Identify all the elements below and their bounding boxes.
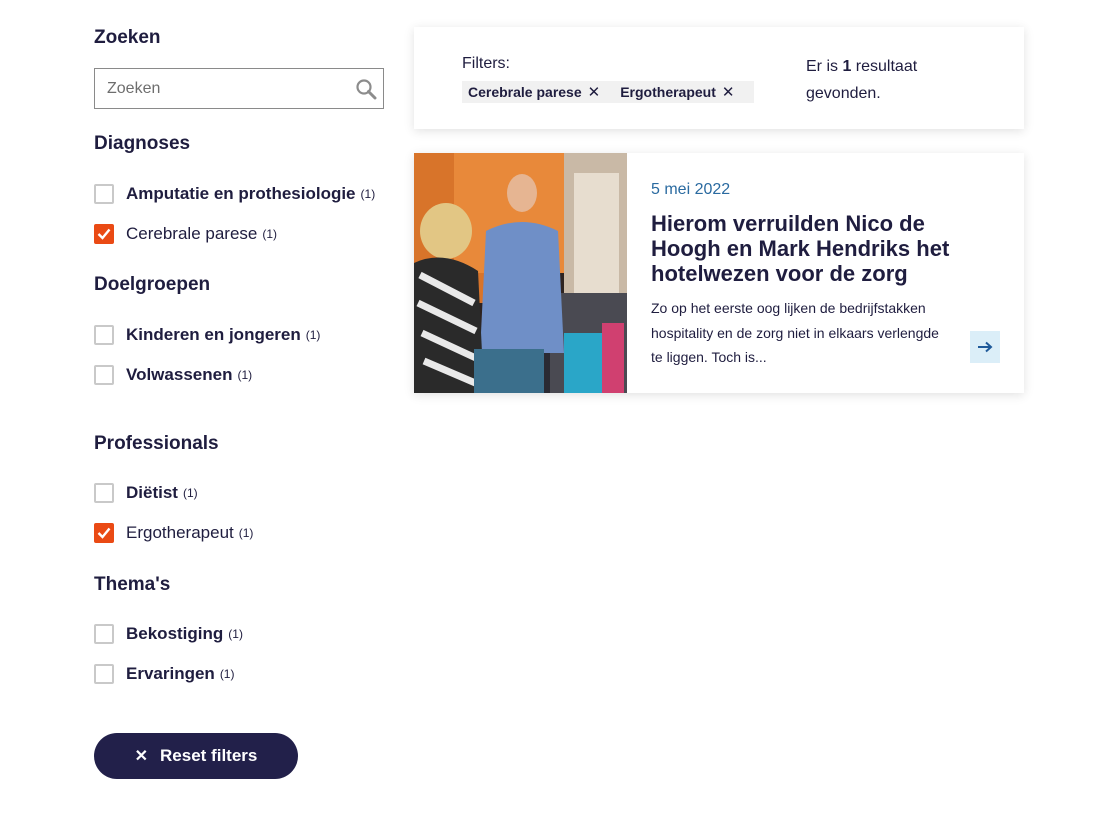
close-icon: ✕ <box>134 748 149 765</box>
option-count: (1) <box>360 187 376 201</box>
option-label: Kinderen en jongeren <box>126 325 301 344</box>
arrow-right-icon <box>978 341 993 353</box>
checkbox[interactable] <box>94 483 114 503</box>
filter-option-kinderen[interactable]: Kinderen en jongeren (1) <box>94 323 320 347</box>
filter-option-cerebrale-parese[interactable]: Cerebrale parese (1) <box>94 222 277 246</box>
reset-filters-button[interactable]: ✕ Reset filters <box>94 733 298 779</box>
active-filters-card: Filters: Cerebrale parese ✕ Ergotherapeu… <box>414 27 1024 129</box>
filter-option-bekostiging[interactable]: Bekostiging (1) <box>94 622 243 646</box>
checkbox[interactable] <box>94 325 114 345</box>
filters-label: Filters: <box>462 55 510 72</box>
checkbox[interactable] <box>94 184 114 204</box>
filter-chips: Cerebrale parese ✕ Ergotherapeut ✕ <box>462 81 755 103</box>
option-count: (1) <box>262 227 278 241</box>
option-label: Ergotherapeut <box>126 523 234 542</box>
option-count: (1) <box>228 627 243 641</box>
checkbox[interactable] <box>94 365 114 385</box>
article-date: 5 mei 2022 <box>651 181 731 198</box>
group-title-themas: Thema's <box>94 574 171 595</box>
read-more-button[interactable] <box>970 331 1000 363</box>
checkbox-checked[interactable] <box>94 523 114 543</box>
close-icon[interactable]: ✕ <box>722 83 735 101</box>
chip-label: Ergotherapeut <box>620 84 716 100</box>
group-title-diagnoses: Diagnoses <box>94 133 191 154</box>
checkbox[interactable] <box>94 664 114 684</box>
checkmark-icon <box>97 527 111 539</box>
result-prefix: Er is <box>806 58 843 75</box>
article-title[interactable]: Hierom verruilden Nico de Hoogh en Mark … <box>651 211 981 286</box>
article-photo <box>414 153 627 393</box>
option-count: (1) <box>305 328 321 342</box>
article-excerpt: Zo op het eerste oog lijken de bedrijfst… <box>651 300 939 365</box>
filter-option-amputatie[interactable]: Amputatie en prothesiologie (1) <box>94 182 375 206</box>
result-card[interactable]: 5 mei 2022 Hierom verruilden Nico de Hoo… <box>414 153 1024 393</box>
card-body: 5 mei 2022 Hierom verruilden Nico de Hoo… <box>651 181 981 370</box>
checkmark-icon <box>97 228 111 240</box>
option-count: (1) <box>238 526 254 540</box>
option-label: Bekostiging <box>126 624 224 643</box>
option-count: (1) <box>237 368 253 382</box>
option-label: Cerebrale parese <box>126 224 258 243</box>
filter-chip-ergotherapeut[interactable]: Ergotherapeut ✕ <box>620 81 734 103</box>
checkbox-checked[interactable] <box>94 224 114 244</box>
group-title-doelgroepen: Doelgroepen <box>94 274 211 295</box>
option-label: Diëtist <box>126 483 178 502</box>
filter-option-ervaringen[interactable]: Ervaringen (1) <box>94 662 234 686</box>
filter-option-volwassenen[interactable]: Volwassenen (1) <box>94 363 252 387</box>
option-label: Volwassenen <box>126 365 233 384</box>
search-box[interactable] <box>94 68 384 109</box>
filter-chip-cerebrale-parese[interactable]: Cerebrale parese ✕ <box>468 81 600 103</box>
close-icon[interactable]: ✕ <box>588 83 601 101</box>
article-photo-illustration <box>414 153 627 393</box>
search-input[interactable] <box>95 69 345 108</box>
search-heading: Zoeken <box>94 27 161 48</box>
filter-option-dietist[interactable]: Diëtist (1) <box>94 481 198 505</box>
group-title-professionals: Professionals <box>94 433 219 454</box>
option-label: Amputatie en prothesiologie <box>126 184 356 203</box>
result-count-text: Er is 1 resultaat gevonden. <box>806 53 956 107</box>
reset-filters-label: Reset filters <box>160 746 258 765</box>
filter-option-ergotherapeut[interactable]: Ergotherapeut (1) <box>94 521 253 545</box>
option-label: Ervaringen <box>126 664 215 683</box>
search-icon[interactable] <box>355 78 377 100</box>
option-count: (1) <box>182 486 198 500</box>
option-count: (1) <box>219 667 235 681</box>
checkbox[interactable] <box>94 624 114 644</box>
chip-label: Cerebrale parese <box>468 84 582 100</box>
